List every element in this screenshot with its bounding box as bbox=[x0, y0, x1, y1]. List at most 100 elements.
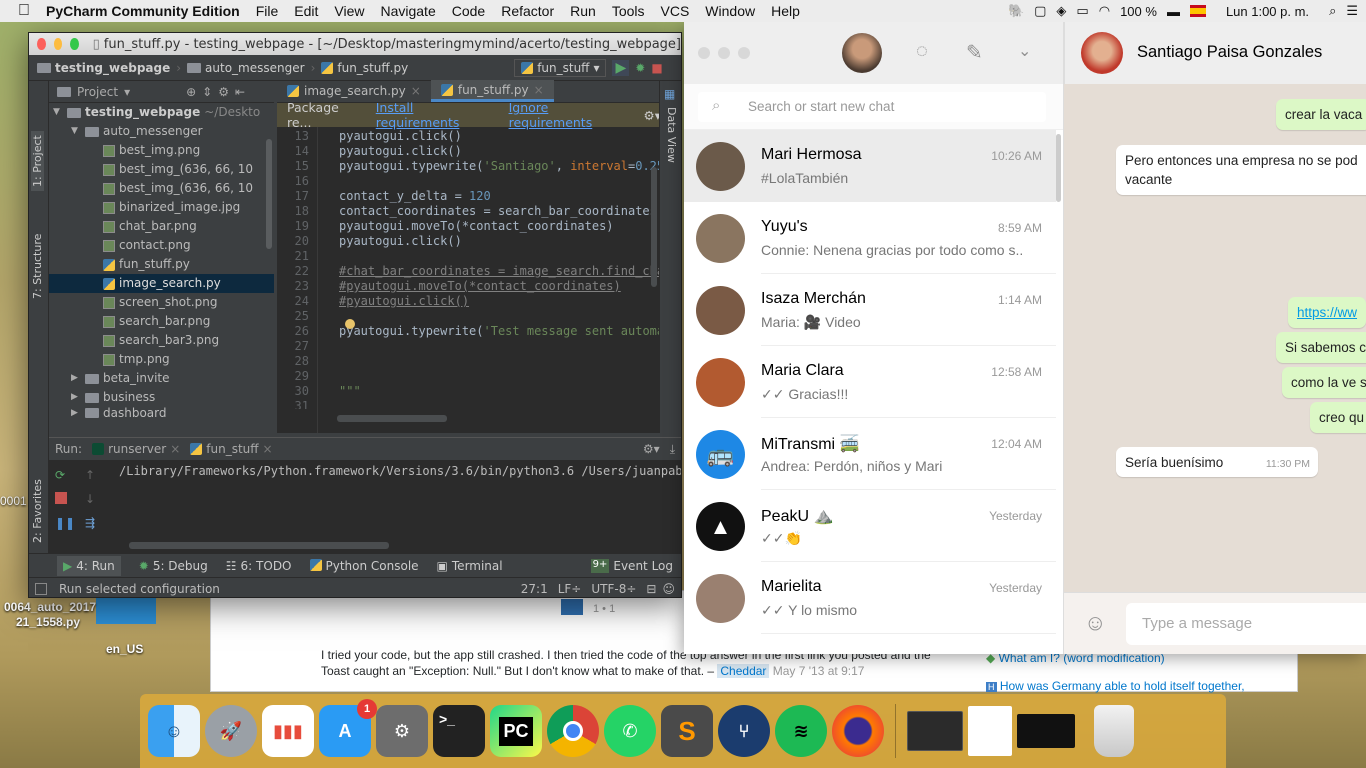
notification-center-icon[interactable]: ☰ bbox=[1346, 3, 1358, 19]
sourcetree-icon[interactable]: ⑂ bbox=[718, 705, 770, 757]
chat-item[interactable]: Maria Clara 12:58 AM ✓✓ Gracias!!! bbox=[684, 346, 1056, 418]
app-store-icon[interactable]: A1 bbox=[319, 699, 377, 757]
down-arrow-icon[interactable]: ↓ bbox=[85, 492, 101, 506]
spotify-icon[interactable]: ≋ bbox=[775, 705, 827, 757]
zoom-button[interactable] bbox=[738, 47, 750, 59]
new-chat-icon[interactable]: ✎ bbox=[966, 40, 983, 65]
vote-icon[interactable] bbox=[561, 599, 583, 615]
contact-name[interactable]: Santiago Paisa Gonzales bbox=[1137, 43, 1322, 62]
expand-arrow-icon[interactable]: ▼ bbox=[53, 103, 63, 122]
tree-file[interactable]: best_img.png bbox=[49, 141, 274, 160]
pycharm-icon[interactable]: PC bbox=[490, 705, 542, 757]
expand-arrow-icon[interactable]: ▶ bbox=[71, 407, 81, 419]
tree-file[interactable]: search_bar.png bbox=[49, 312, 274, 331]
sublime-text-icon[interactable]: S bbox=[661, 705, 713, 757]
tree-root[interactable]: ▼ testing_webpage ~/Deskto bbox=[49, 103, 274, 122]
chat-item[interactable]: Isaza Merchán 1:14 AM Maria: 🎥 Video bbox=[684, 274, 1056, 346]
message-outgoing[interactable]: como la ve s bbox=[1282, 367, 1366, 398]
expand-arrow-icon[interactable]: ▶ bbox=[71, 369, 81, 388]
rerun-icon[interactable]: ⟳ bbox=[55, 468, 71, 482]
menu-chevron-icon[interactable]: ⌄ bbox=[1018, 41, 1031, 61]
menu-refactor[interactable]: Refactor bbox=[493, 3, 562, 19]
pause-icon[interactable]: ❚❚ bbox=[55, 516, 75, 530]
minimize-button[interactable] bbox=[53, 38, 63, 50]
run-tab-runserver[interactable]: runserver × bbox=[92, 442, 180, 456]
output-scrollbar[interactable] bbox=[129, 542, 389, 549]
related-link[interactable]: H How was Germany able to hold itself to… bbox=[986, 679, 1245, 693]
browser-window-thumbnail[interactable] bbox=[968, 706, 1012, 756]
debug-icon[interactable]: ✹ bbox=[635, 61, 645, 75]
collapse-icon[interactable]: ⇕ bbox=[202, 85, 212, 99]
menu-vcs[interactable]: VCS bbox=[653, 3, 698, 19]
stop-icon[interactable]: ■ bbox=[651, 61, 662, 75]
desktop-file-label[interactable]: en_US bbox=[106, 642, 143, 656]
comment-user-link[interactable]: Cheddar bbox=[717, 664, 770, 678]
message-input[interactable]: Type a message bbox=[1142, 615, 1252, 632]
contact-avatar[interactable] bbox=[1081, 32, 1123, 74]
run-config-select[interactable]: fun_stuff ▾ bbox=[514, 58, 607, 77]
install-requirements-link[interactable]: Install requirements bbox=[376, 100, 499, 130]
expand-arrow-icon[interactable]: ▼ bbox=[71, 122, 81, 141]
hide-icon[interactable]: ⇤ bbox=[235, 85, 245, 99]
battery-percent[interactable]: 100 % bbox=[1120, 4, 1157, 19]
tool-python-console-button[interactable]: Python Console bbox=[309, 558, 419, 573]
chat-item[interactable]: Mari Hermosa 10:26 AM #LolaTambién bbox=[684, 130, 1056, 202]
tree-folder[interactable]: ▶ beta_invite bbox=[49, 369, 274, 388]
emoji-icon[interactable]: ☺ bbox=[1084, 610, 1106, 636]
battery-icon[interactable]: ▬ bbox=[1167, 4, 1180, 19]
close-tab-icon[interactable]: × bbox=[411, 84, 421, 98]
breadcrumb-folder[interactable]: auto_messenger bbox=[187, 61, 305, 75]
message-incoming[interactable]: Pero entonces una empresa no se pod vaca… bbox=[1116, 145, 1366, 195]
desktop-file-label[interactable]: 21_1558.py bbox=[16, 615, 80, 629]
status-icon[interactable]: ◌ bbox=[916, 40, 928, 63]
caret-position[interactable]: 27:1 bbox=[521, 582, 548, 596]
message-outgoing[interactable]: Si sabemos c bbox=[1276, 332, 1366, 363]
menu-window[interactable]: Window bbox=[697, 3, 763, 19]
spotlight-icon[interactable]: ⌕ bbox=[1329, 3, 1336, 19]
tree-file[interactable]: chat_bar.png bbox=[49, 217, 274, 236]
ignore-requirements-link[interactable]: Ignore requirements bbox=[509, 100, 634, 130]
git-icon[interactable]: ☺ bbox=[662, 582, 675, 596]
tree-file[interactable]: binarized_image.jpg bbox=[49, 198, 274, 217]
menu-help[interactable]: Help bbox=[763, 3, 808, 19]
message-link[interactable]: https://ww bbox=[1297, 305, 1357, 320]
pycharm-window-thumbnail[interactable] bbox=[907, 711, 963, 751]
tool-debug-button[interactable]: ✹ 5: Debug bbox=[139, 559, 208, 573]
menu-edit[interactable]: Edit bbox=[286, 3, 326, 19]
stop-icon[interactable] bbox=[55, 492, 67, 504]
tool-todo-button[interactable]: ☷ 6: TODO bbox=[226, 559, 292, 573]
expand-arrow-icon[interactable]: ▶ bbox=[71, 388, 81, 407]
target-icon[interactable]: ⊕ bbox=[186, 85, 196, 99]
desktop-file-label[interactable]: 0001 bbox=[0, 494, 27, 508]
wifi-icon[interactable]: ◠ bbox=[1099, 3, 1110, 19]
menu-navigate[interactable]: Navigate bbox=[372, 3, 443, 19]
tree-file[interactable]: fun_stuff.py bbox=[49, 255, 274, 274]
run-output[interactable]: /Library/Frameworks/Python.framework/Ver… bbox=[119, 464, 681, 478]
menu-app-name[interactable]: PyCharm Community Edition bbox=[38, 3, 248, 19]
launchpad-icon[interactable]: 🚀 bbox=[205, 705, 257, 757]
tool-run-button[interactable]: ▶ 4: Run bbox=[57, 555, 121, 576]
flag-icon[interactable] bbox=[1189, 5, 1206, 17]
whatsapp-icon[interactable]: ✆ bbox=[604, 705, 656, 757]
numbers-icon[interactable]: ▮▮▮ bbox=[262, 705, 314, 757]
close-tab-icon[interactable]: × bbox=[534, 83, 544, 97]
status-toggle-icon[interactable] bbox=[35, 582, 47, 595]
minimize-button[interactable] bbox=[718, 47, 730, 59]
finder-icon[interactable]: ☺ bbox=[148, 705, 200, 757]
close-button[interactable] bbox=[698, 47, 710, 59]
tree-file-selected[interactable]: image_search.py bbox=[49, 274, 274, 293]
tree-file[interactable]: best_img_(636, 66, 10 bbox=[49, 179, 274, 198]
chat-item[interactable]: Marielita Yesterday ✓✓ Y lo mismo bbox=[684, 562, 1056, 634]
code-area[interactable]: 13 14 15 16 17 18 19 20 21 22 23 24 25 2… bbox=[277, 127, 661, 433]
system-preferences-icon[interactable]: ⚙ bbox=[376, 705, 428, 757]
window-icon[interactable]: ▢ bbox=[1034, 3, 1046, 19]
avatar[interactable] bbox=[842, 33, 882, 73]
chat-item[interactable]: ▲ PeakU ⛰️ Yesterday ✓✓👏 bbox=[684, 490, 1056, 562]
tab-image-search[interactable]: image_search.py × bbox=[277, 80, 431, 102]
firefox-icon[interactable] bbox=[832, 705, 884, 757]
tab-fun-stuff[interactable]: fun_stuff.py × bbox=[430, 80, 554, 102]
tree-folder[interactable]: ▶ dashboard bbox=[49, 407, 274, 419]
chrome-icon[interactable] bbox=[547, 705, 599, 757]
evernote-icon[interactable]: 🐘 bbox=[1008, 3, 1024, 19]
terminal-icon[interactable]: >_ bbox=[433, 705, 485, 757]
